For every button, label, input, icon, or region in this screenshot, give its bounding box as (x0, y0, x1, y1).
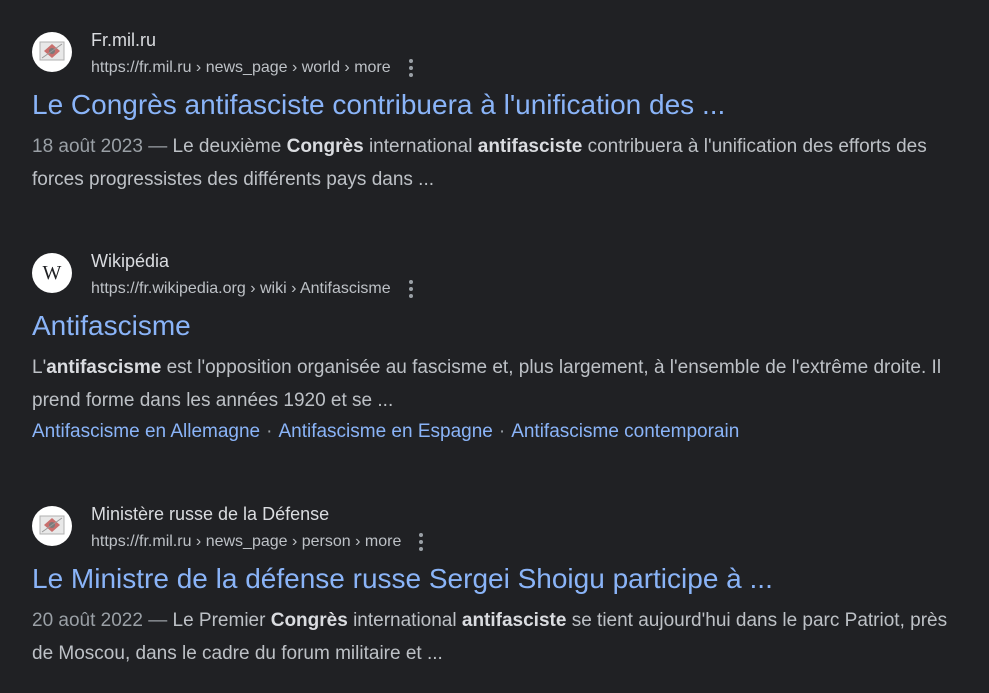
sitelink-separator: · (266, 421, 273, 442)
sitelink-separator: · (498, 421, 506, 442)
result-date: 18 août 2023 (32, 136, 143, 157)
site-url: https://fr.mil.ru › news_page › world › … (91, 57, 421, 79)
url-text: https://fr.mil.ru › news_page › world › … (91, 59, 391, 76)
site-name: Wikipédia (91, 251, 170, 271)
result-source[interactable]: Fr.mil.ru https://fr.mil.ru › news_page … (32, 29, 962, 83)
result-snippet: 18 août 2023 — Le deuxième Congrès inter… (32, 136, 927, 190)
result-title-link[interactable]: Antifascisme (32, 308, 962, 344)
result-snippet: L'antifascisme est l'opposition organisé… (32, 357, 942, 411)
sitelink[interactable]: Antifascisme en Espagne (278, 421, 492, 442)
site-name: Fr.mil.ru (91, 30, 156, 50)
site-name: Ministère russe de la Défense (91, 504, 330, 524)
wikipedia-w-icon: W (32, 253, 72, 293)
url-text: https://fr.wikipedia.org › wiki › Antifa… (91, 280, 391, 297)
sitelinks: Antifascisme en Allemagne · Antifascisme e… (32, 417, 962, 447)
sitelink[interactable]: Antifascisme en Allemagne (32, 421, 260, 442)
site-url: https://fr.wikipedia.org › wiki › Antifa… (91, 278, 421, 300)
mil-ru-emblem-icon (32, 32, 72, 72)
highlight-term: Congrès (270, 610, 348, 631)
result-date: 20 août 2022 (32, 610, 143, 631)
search-result: Ministère russe de la Défense https://fr… (32, 503, 962, 670)
search-result: Fr.mil.ru https://fr.mil.ru › news_page … (32, 29, 962, 196)
highlight-term: antifasciste (461, 610, 567, 631)
mil-ru-emblem-icon (32, 506, 72, 546)
highlight-term: Congrès (286, 136, 364, 157)
more-options-icon[interactable] (401, 57, 421, 79)
search-result: W Wikipédia https://fr.wikipedia.org › w… (32, 250, 962, 447)
more-options-icon[interactable] (401, 278, 421, 300)
more-options-icon[interactable] (411, 531, 431, 553)
site-url: https://fr.mil.ru › news_page › person ›… (91, 531, 431, 553)
url-text: https://fr.mil.ru › news_page › person ›… (91, 533, 402, 550)
result-title-link[interactable]: Le Congrès antifasciste contribuera à l'… (32, 87, 962, 123)
result-source[interactable]: Ministère russe de la Défense https://fr… (32, 503, 962, 557)
result-source[interactable]: W Wikipédia https://fr.wikipedia.org › w… (32, 250, 962, 304)
sitelink[interactable]: Antifascisme contemporain (511, 421, 739, 442)
highlight-term: antifasciste (477, 136, 583, 157)
highlight-term: antifascisme (46, 357, 162, 378)
result-title-link[interactable]: Le Ministre de la défense russe Sergei S… (32, 561, 962, 597)
result-snippet: 20 août 2022 — Le Premier Congrès intern… (32, 610, 948, 664)
